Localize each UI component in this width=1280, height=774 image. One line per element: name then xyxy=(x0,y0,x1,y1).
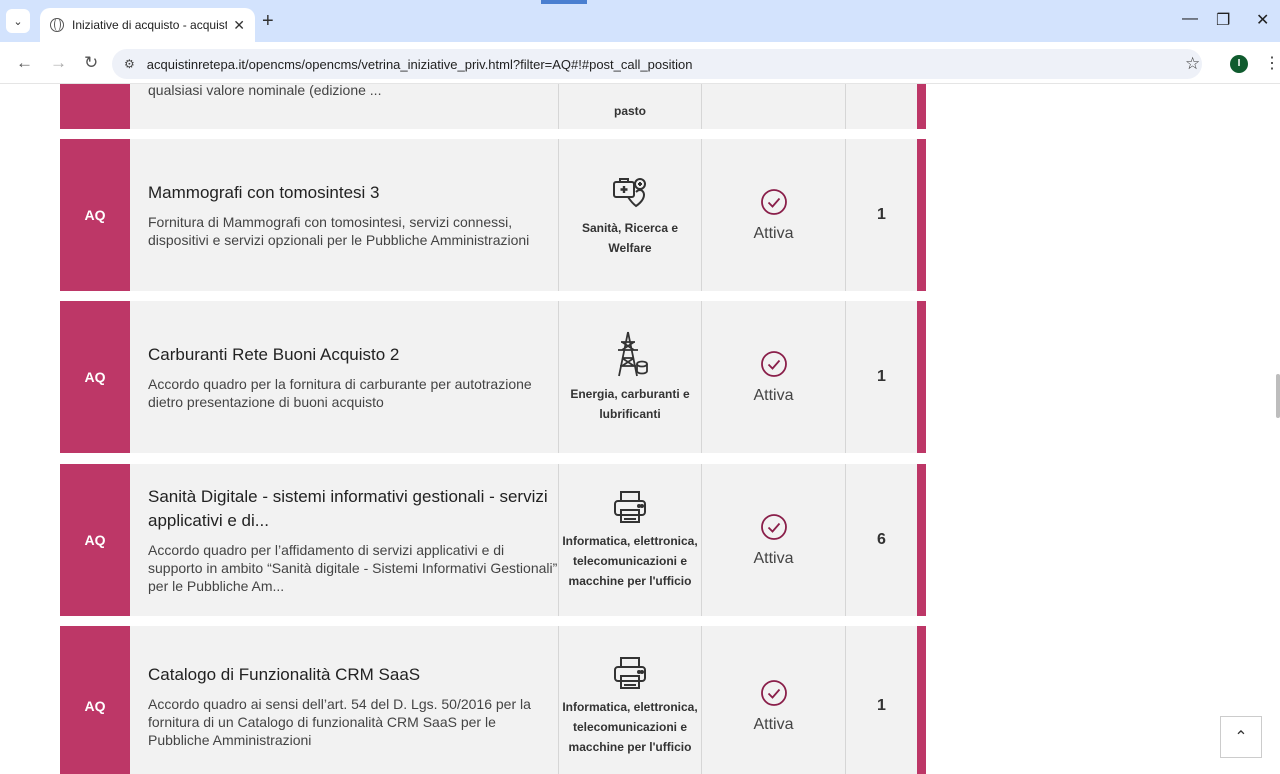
card-edge-bar xyxy=(917,626,926,774)
card-edge-bar xyxy=(917,301,926,453)
category-label: Sanità, Ricerca e Welfare xyxy=(581,221,679,255)
initiative-card[interactable]: AQ Catalogo di Funzionalità CRM SaaS Acc… xyxy=(60,626,926,774)
category-label: Energia, carburanti e lubrificanti xyxy=(570,387,690,421)
initiative-title[interactable]: Carburanti Rete Buoni Acquisto 2 xyxy=(148,343,558,367)
initiative-card[interactable]: AQ Sanità Digitale - sistemi informativi… xyxy=(60,464,926,616)
lots-count: 1 xyxy=(877,697,886,714)
status-cell: Attiva xyxy=(701,626,845,774)
active-tab[interactable]: Iniziative di acquisto - acquistin ✕ xyxy=(40,8,255,42)
reload-icon[interactable]: ↻ xyxy=(84,53,98,73)
forward-arrow-icon[interactable]: → xyxy=(50,53,67,73)
close-tab-icon[interactable]: ✕ xyxy=(233,17,245,34)
lots-count: 1 xyxy=(877,206,886,223)
chevron-up-icon: ⌃ xyxy=(1234,729,1248,746)
initiative-description: Fornitura di Mammografi con tomosintesi,… xyxy=(148,214,530,248)
url-text[interactable]: acquistinretepa.it/opencms/opencms/vetri… xyxy=(147,57,693,72)
type-badge: AQ xyxy=(60,139,130,291)
type-badge: AQ xyxy=(60,301,130,453)
category-label: Informatica, elettronica, telecomunicazi… xyxy=(562,534,698,588)
printer-icon xyxy=(559,489,701,525)
count-cell: 1 xyxy=(845,301,917,453)
back-to-top-button[interactable]: ⌃ xyxy=(1220,716,1262,758)
count-cell: 6 xyxy=(845,464,917,616)
initiative-card[interactable]: AQ Mammografi con tomosintesi 3 Fornitur… xyxy=(60,139,926,291)
chevron-down-icon: ⌄ xyxy=(13,15,23,28)
minimize-icon[interactable]: — xyxy=(1182,10,1198,28)
initiative-description: Accordo quadro per la fornitura di carbu… xyxy=(148,376,532,410)
new-tab-button[interactable]: + xyxy=(262,10,274,33)
category-cell: Informatica, elettronica, telecomunicazi… xyxy=(558,626,701,774)
restore-icon[interactable]: ❐ xyxy=(1216,10,1230,30)
initiative-card-partial[interactable]: qualsiasi valore nominale (edizione ... … xyxy=(60,84,926,129)
category-cell: Sanità, Ricerca e Welfare xyxy=(558,139,701,291)
type-badge: AQ xyxy=(60,626,130,774)
category-cell: Informatica, elettronica, telecomunicazi… xyxy=(558,464,701,616)
page-viewport: qualsiasi valore nominale (edizione ... … xyxy=(0,84,1280,774)
initiative-title[interactable]: Sanità Digitale - sistemi informativi ge… xyxy=(148,485,558,533)
browser-tab-strip: ⌄ Iniziative di acquisto - acquistin ✕ +… xyxy=(0,0,1280,42)
category-cell: Energia, carburanti e lubrificanti xyxy=(558,301,701,453)
status-cell: Attiva xyxy=(701,139,845,291)
check-circle-icon xyxy=(759,678,789,708)
profile-avatar[interactable]: I xyxy=(1230,55,1248,73)
check-circle-icon xyxy=(759,187,789,217)
status-label: Attiva xyxy=(753,716,794,733)
bookmark-star-icon[interactable]: ☆ xyxy=(1185,54,1200,74)
initiative-card[interactable]: AQ Carburanti Rete Buoni Acquisto 2 Acco… xyxy=(60,301,926,453)
lots-count: 1 xyxy=(877,368,886,385)
status-label: Attiva xyxy=(753,225,794,242)
window-close-icon[interactable]: ✕ xyxy=(1256,10,1269,30)
status-cell: Attiva xyxy=(701,301,845,453)
initiative-title[interactable]: Catalogo di Funzionalità CRM SaaS xyxy=(148,663,558,687)
status-cell: Attiva xyxy=(701,464,845,616)
check-circle-icon xyxy=(759,512,789,542)
type-badge xyxy=(60,84,130,129)
address-toolbar: ← → ↻ ⚙ acquistinretepa.it/opencms/openc… xyxy=(0,42,1280,84)
tab-title: Iniziative di acquisto - acquistin xyxy=(72,18,228,32)
check-circle-icon xyxy=(759,349,789,379)
url-bar[interactable]: ⚙ acquistinretepa.it/opencms/opencms/vet… xyxy=(112,49,1202,79)
initiative-description: Accordo quadro per l’affidamento di serv… xyxy=(148,542,558,594)
count-cell: 1 xyxy=(845,626,917,774)
browser-menu-icon[interactable]: ⋮ xyxy=(1264,53,1280,73)
scrollbar-thumb[interactable] xyxy=(1276,374,1280,418)
initiative-description: qualsiasi valore nominale (edizione ... xyxy=(148,84,382,98)
lots-count: 6 xyxy=(877,531,886,548)
globe-icon xyxy=(50,18,64,32)
status-label: Attiva xyxy=(753,387,794,404)
type-badge: AQ xyxy=(60,464,130,616)
card-edge-bar xyxy=(917,139,926,291)
status-label: Attiva xyxy=(753,550,794,567)
site-info-icon[interactable]: ⚙ xyxy=(124,57,135,71)
count-cell: 1 xyxy=(845,139,917,291)
back-arrow-icon[interactable]: ← xyxy=(16,53,33,73)
tab-search-button[interactable]: ⌄ xyxy=(6,9,30,33)
window-indicator xyxy=(541,0,587,4)
printer-icon xyxy=(559,655,701,691)
category-label: pasto xyxy=(613,104,646,118)
energy-tower-icon xyxy=(559,330,701,378)
category-label: Informatica, elettronica, telecomunicazi… xyxy=(562,700,698,754)
initiative-title[interactable]: Mammografi con tomosintesi 3 xyxy=(148,181,558,205)
health-icon xyxy=(559,172,701,212)
card-edge-bar xyxy=(917,464,926,616)
initiative-description: Accordo quadro ai sensi dell’art. 54 del… xyxy=(148,696,531,748)
